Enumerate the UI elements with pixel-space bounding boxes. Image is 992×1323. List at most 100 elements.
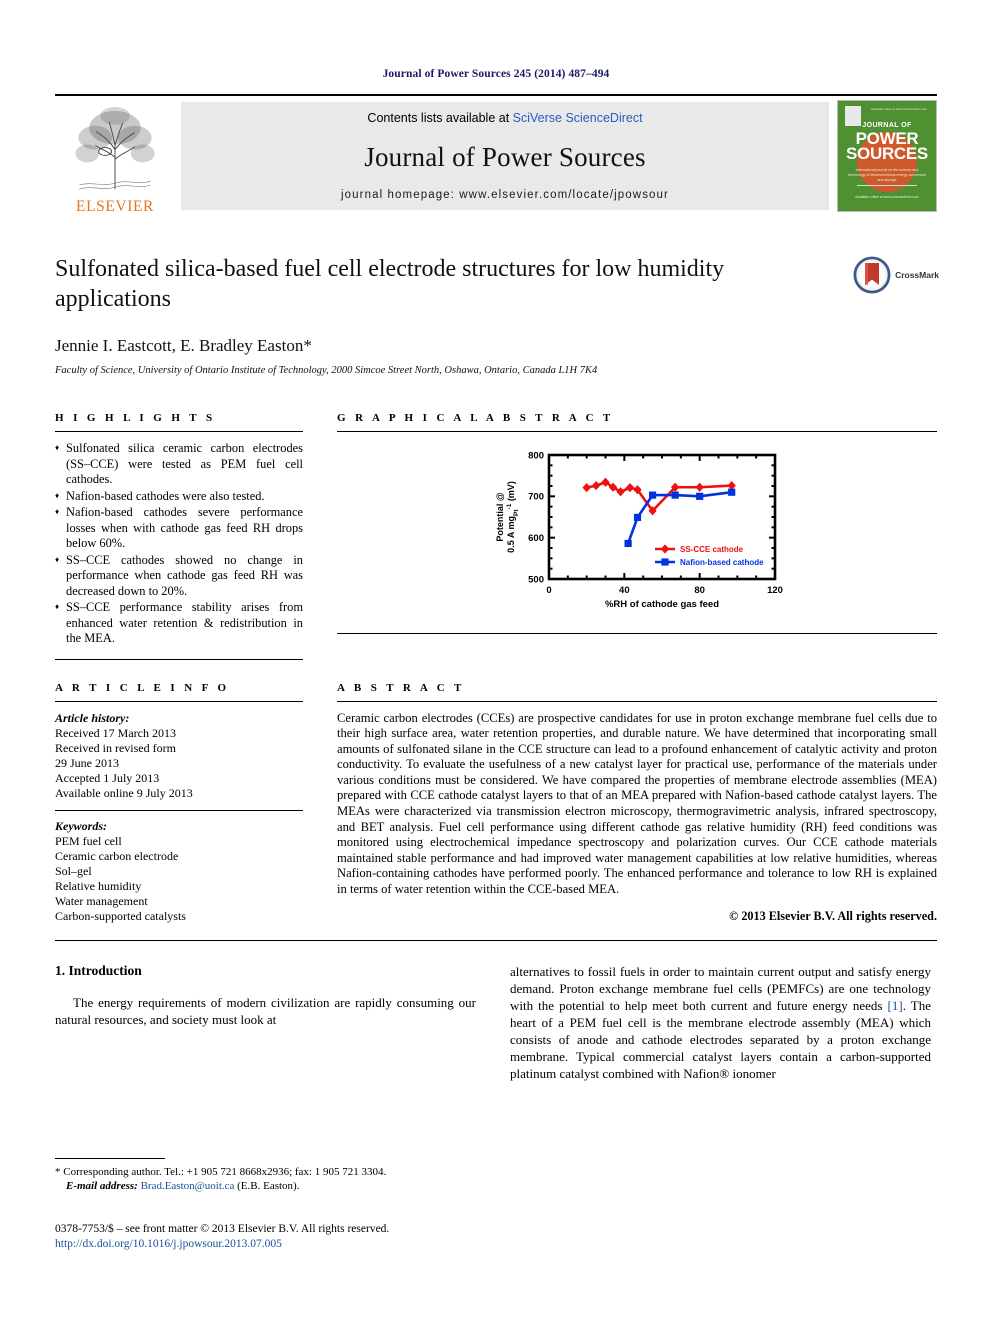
articleinfo-and-abstract: A R T I C L E I N F O Article history: R… [55,682,937,924]
running-head: Journal of Power Sources 245 (2014) 487–… [382,68,610,80]
svg-text:500: 500 [528,574,544,585]
abstract-text: Ceramic carbon electrodes (CCEs) are pro… [337,710,937,897]
list-item: Nafion-based cathodes severe performance… [55,504,303,552]
section-divider [55,939,937,941]
highlights-bottom-rule [55,658,303,660]
journal-cover-thumbnail: Available online at www.sciencedirect.co… [837,100,937,212]
abstract-column: A B S T R A C T Ceramic carbon electrode… [337,682,937,924]
svg-text:40: 40 [619,585,630,596]
graphical-abstract-heading: G R A P H I C A L A B S T R A C T [337,412,614,424]
intro-right-part-a: alternatives to fossil fuels in order to… [510,963,931,1013]
crossmark-badge[interactable]: CrossMark [853,256,939,294]
svg-text:Nafion-based cathode: Nafion-based cathode [680,558,764,567]
elsevier-logo: ELSEVIER [55,96,175,216]
svg-text:SS-CCE cathode: SS-CCE cathode [680,545,744,554]
article-info-column: A R T I C L E I N F O Article history: R… [55,682,303,924]
article-history-title: Article history: [55,710,130,725]
corresponding-author-line: * Corresponding author. Tel.: +1 905 721… [55,1166,387,1178]
history-item: 29 June 2013 [55,755,119,770]
list-item: SS–CCE performance stability arises from… [55,599,303,647]
svg-text:600: 600 [528,533,544,544]
abstract-rule [337,700,937,702]
highlights-and-graphical-abstract: H I G H L I G H T S Sulfonated silica ce… [55,412,937,660]
svg-text:Potential @: Potential @ [495,492,505,542]
introduction-section: 1. Introduction The energy requirements … [55,963,937,1082]
cover-word-sources: SOURCES [846,144,928,163]
keyword-item: Carbon-supported catalysts [55,908,186,923]
masthead-center: Contents lists available at SciVerse Sci… [181,102,829,210]
corresponding-author-note: * Corresponding author. Tel.: +1 905 721… [55,1165,476,1193]
keyword-item: Water management [55,893,148,908]
paper-page: Journal of Power Sources 245 (2014) 487–… [0,0,992,1323]
cover-divider [857,185,917,186]
doi-link[interactable]: http://dx.doi.org/10.1016/j.jpowsour.201… [55,1237,555,1252]
article-info-heading: A R T I C L E I N F O [55,681,230,694]
graphical-abstract-column: G R A P H I C A L A B S T R A C T 0 40 80 1… [337,412,937,660]
keyword-item: Sol–gel [55,863,92,878]
introduction-right-column: alternatives to fossil fuels in order to… [510,963,931,1082]
history-item: Received 17 March 2013 [55,725,176,740]
citation-link-1[interactable]: [1] [888,998,903,1013]
svg-text:700: 700 [528,492,544,503]
email-owner: (E.B. Easton). [237,1180,300,1192]
svg-text:120: 120 [767,585,783,596]
article-history: Article history: Received 17 March 2013 … [55,711,303,801]
highlights-heading: H I G H L I G H T S [55,412,216,424]
rh-vs-potential-chart: 0 40 80 120 500 600 700 800 %RH of cathode gas f… [495,450,783,610]
cover-title-line2: POWER SOURCES [843,130,931,163]
email-label: E-mail address: [66,1180,138,1192]
svg-text:0.5 A mgPt-1 (mV): 0.5 A mgPt-1 (mV) [506,481,520,553]
cover-subtitle: International journal on the science and… [848,168,926,182]
page-title: Sulfonated silica-based fuel cell electr… [55,256,725,312]
cover-top-text: Available online at www.sciencedirect.co… [870,107,927,111]
title-block: Sulfonated silica-based fuel cell electr… [55,254,939,376]
issn-line: 0378-7753/$ – see front matter © 2013 El… [55,1223,390,1235]
keyword-item: Ceramic carbon electrode [55,848,179,863]
keyword-item: PEM fuel cell [55,833,122,848]
footnote-rule [55,1158,165,1159]
journal-homepage[interactable]: journal homepage: www.elsevier.com/locat… [341,189,669,201]
sciencedirect-link[interactable]: SciVerse ScienceDirect [513,111,643,125]
copyright-line: © 2013 Elsevier B.V. All rights reserved… [729,908,937,923]
email-line: E-mail address: Brad.Easton@uoit.ca (E.B… [55,1179,476,1193]
graphical-abstract-figure: 0 40 80 120 500 600 700 800 %RH of cathode gas f… [337,441,937,621]
affiliation: Faculty of Science, University of Ontari… [55,365,598,376]
crossmark-icon [853,256,891,294]
article-info-rule [55,700,303,702]
footnote-block: * Corresponding author. Tel.: +1 905 721… [55,1158,476,1193]
list-item: SS–CCE cathodes showed no change in perf… [55,552,303,600]
introduction-paragraph-right: alternatives to fossil fuels in order to… [510,963,931,1082]
svg-text:%RH of cathode gas feed: %RH of cathode gas feed [605,599,719,610]
keywords-rule [55,809,303,811]
introduction-left-column: 1. Introduction The energy requirements … [55,963,476,1082]
list-item: Nafion-based cathodes were also tested. [55,488,303,505]
list-item: Sulfonated silica ceramic carbon electro… [55,440,303,488]
highlights-column: H I G H L I G H T S Sulfonated silica ce… [55,412,303,660]
cover-title-line1: JOURNAL OF [862,122,912,129]
svg-text:80: 80 [694,585,705,596]
crossmark-label: CrossMark [895,270,939,280]
graphical-abstract-rule [337,431,937,432]
history-item: Accepted 1 July 2013 [55,770,160,785]
history-item: Available online 9 July 2013 [55,785,193,800]
introduction-heading: 1. Introduction [55,962,142,978]
highlights-rule [55,431,303,432]
highlights-list: Sulfonated silica ceramic carbon electro… [55,440,303,647]
journal-masthead: ELSEVIER Contents lists available at Sci… [55,94,937,216]
keywords-title: Keywords: [55,818,107,833]
abstract-heading: A B S T R A C T [337,681,465,694]
cover-footer-text: Available online at www.sciencedirect.co… [855,195,919,199]
issn-block: 0378-7753/$ – see front matter © 2013 El… [55,1222,555,1252]
history-item: Received in revised form [55,740,176,755]
email-link[interactable]: Brad.Easton@uoit.ca [141,1180,235,1192]
keywords-block: Keywords: PEM fuel cell Ceramic carbon e… [55,819,303,924]
contents-prefix: Contents lists available at [367,111,513,125]
graphical-abstract-bottom-rule [337,633,937,634]
elsevier-wordmark: ELSEVIER [76,198,154,215]
keyword-item: Relative humidity [55,878,142,893]
svg-text:0: 0 [546,585,551,596]
svg-text:800: 800 [528,450,544,461]
introduction-paragraph-left: The energy requirements of modern civili… [55,994,476,1027]
journal-title: Journal of Power Sources [364,141,646,172]
elsevier-tree-icon [75,106,155,190]
